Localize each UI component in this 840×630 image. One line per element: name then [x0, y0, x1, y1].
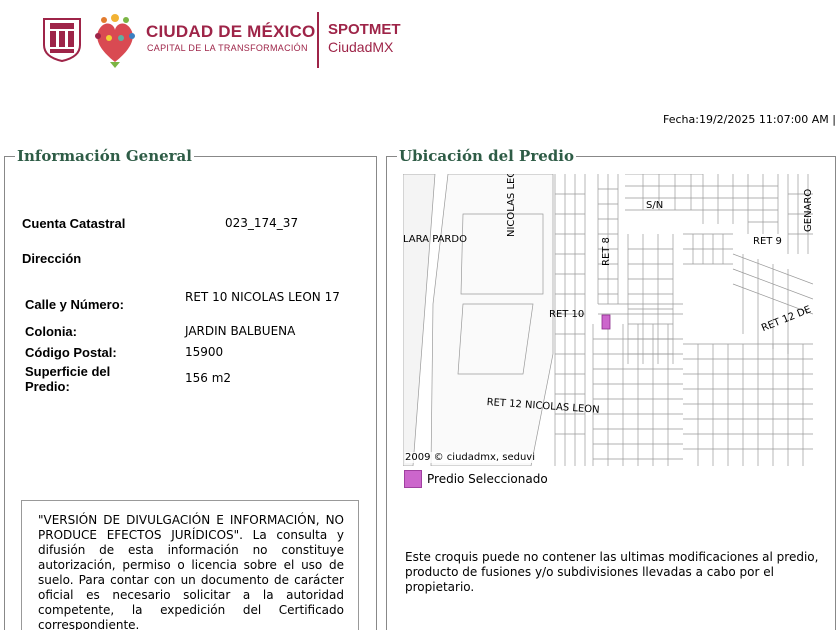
map-label-genaro: GENARO [803, 188, 813, 232]
site-header: CIUDAD DE MÉXICO CAPITAL DE LA TRANSFORM… [0, 0, 840, 80]
org-subtitle: CAPITAL DE LA TRANSFORMACIÓN [147, 43, 308, 53]
date-stamp: Fecha:19/2/2025 11:07:00 AM | [663, 113, 836, 126]
general-info-panel: Información General Cuenta Catastral 023… [4, 147, 377, 630]
location-panel: Ubicación del Predio LARA PARDO NICOLAS … [386, 147, 836, 630]
map-label-sn: S/N [646, 200, 664, 211]
direccion-label: Dirección [22, 251, 82, 266]
selected-parcel-swatch [404, 470, 422, 488]
map-label-ret-8: RET 8 [601, 237, 612, 266]
heart-logo [95, 14, 135, 68]
map-label-nicolas-leon: NICOLAS LEON [506, 174, 517, 237]
cdmx-shield-logo [43, 18, 81, 63]
parcel-map[interactable]: LARA PARDO NICOLAS LEON RET 8 S/N RET 9 … [403, 174, 813, 466]
colonia-value: JARDIN BALBUENA [185, 324, 296, 338]
calle-value: RET 10 NICOLAS LEON 17 [185, 290, 340, 304]
legal-notice: "VERSIÓN DE DIVULGACIÓN E INFORMACIÓN, N… [21, 500, 359, 630]
org-title: CIUDAD DE MÉXICO [146, 22, 316, 41]
map-label-ret-10: RET 10 [549, 309, 585, 320]
selected-parcel-marker[interactable] [601, 314, 611, 330]
map-drawing [403, 174, 813, 466]
selected-parcel-legend: Predio Seleccionado [427, 472, 548, 486]
map-label-lara-pardo: LARA PARDO [403, 234, 467, 245]
app-subtitle: CiudadMX [328, 39, 394, 55]
cuenta-catastral-label: Cuenta Catastral [22, 216, 126, 231]
location-title: Ubicación del Predio [397, 147, 576, 165]
codigo-postal-label: Código Postal: [25, 345, 117, 360]
map-copyright: 2009 © ciudadmx, seduvi [405, 452, 536, 463]
general-info-title: Información General [15, 147, 194, 165]
cuenta-catastral-value: 023_174_37 [225, 216, 299, 230]
superficie-label: Superficie del Predio: [25, 364, 111, 394]
superficie-value: 156 m2 [185, 371, 232, 385]
codigo-postal-value: 15900 [185, 345, 224, 359]
header-divider [317, 12, 319, 68]
colonia-label: Colonia: [25, 324, 77, 339]
calle-label: Calle y Número: [25, 297, 124, 312]
map-disclaimer: Este croquis puede no contener las ultim… [405, 550, 819, 594]
map-label-ret-9: RET 9 [753, 236, 782, 247]
app-title: SPOTMET [328, 21, 401, 38]
